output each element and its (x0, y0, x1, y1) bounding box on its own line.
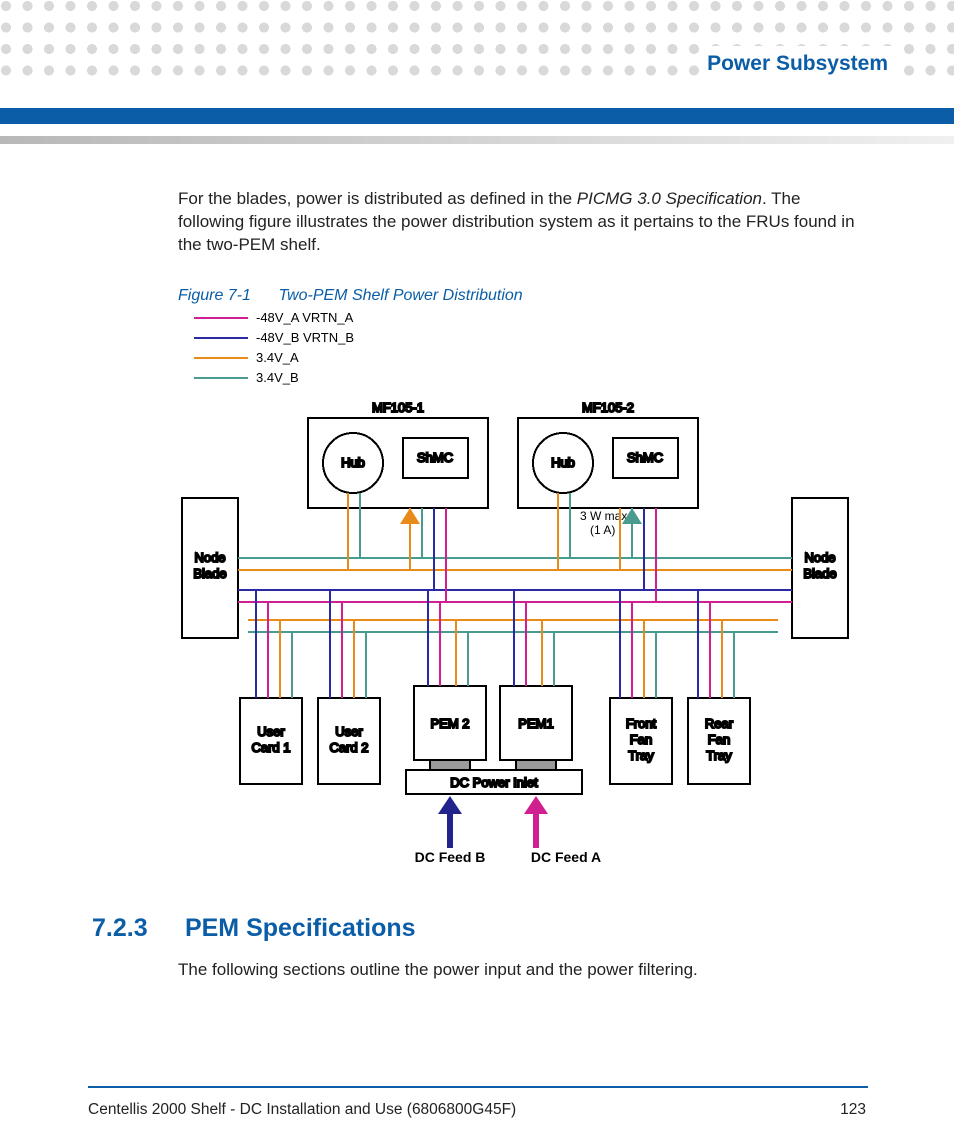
figure-caption: Figure 7-1 Two-PEM Shelf Power Distribut… (178, 287, 868, 305)
header-rule-blue (0, 108, 954, 124)
mf105-2-label: MF105-2 (582, 400, 634, 415)
section-title: PEM Specifications (185, 914, 416, 942)
pem1-label: PEM1 (518, 716, 553, 731)
svg-text:(1 A): (1 A) (590, 523, 615, 537)
svg-text:Card 2: Card 2 (329, 740, 368, 755)
dc-feed-arrows (438, 796, 548, 848)
intro-text-a: For the blades, power is distributed as … (178, 189, 577, 208)
svg-text:Tray: Tray (706, 748, 732, 763)
dc-feed-a-label: DC Feed A (531, 849, 601, 862)
mf105-1-label: MF105-1 (372, 400, 424, 415)
node-left-l2: Blade (193, 566, 226, 581)
node-left-l1: Node (194, 550, 225, 565)
intro-text-ital: PICMG 3.0 Specification (577, 189, 762, 208)
node-right-l2: Blade (803, 566, 836, 581)
footer-page-number: 123 (840, 1101, 866, 1119)
shmc-1-label: ShMC (417, 450, 453, 465)
figure-title: Two-PEM Shelf Power Distribution (278, 287, 522, 304)
legend: -48V_A VRTN_A -48V_B VRTN_B 3.4V_A 3.4V_… (194, 310, 354, 385)
intro-paragraph: For the blades, power is distributed as … (178, 188, 868, 257)
svg-text:Fan: Fan (708, 732, 730, 747)
hub-1-label: Hub (341, 455, 365, 470)
svg-text:User: User (257, 724, 285, 739)
legend-label-0: -48V_A VRTN_A (256, 310, 354, 325)
shmc-2-label: ShMC (627, 450, 663, 465)
svg-text:Fan: Fan (630, 732, 652, 747)
hub-2-label: Hub (551, 455, 575, 470)
running-header-title: Power Subsystem (699, 46, 894, 82)
header-rule-gray (0, 136, 954, 144)
legend-label-3: 3.4V_B (256, 370, 299, 385)
figure-number: Figure 7-1 (178, 287, 274, 305)
dc-inlet-label: DC Power Inlet (450, 775, 538, 790)
svg-text:Card 1: Card 1 (251, 740, 290, 755)
svg-text:Front: Front (626, 716, 657, 731)
section-body: The following sections outline the power… (178, 960, 698, 980)
legend-label-1: -48V_B VRTN_B (256, 330, 354, 345)
svg-text:Rear: Rear (705, 716, 734, 731)
svg-text:Tray: Tray (628, 748, 654, 763)
svg-text:User: User (335, 724, 363, 739)
footer-rule (88, 1086, 868, 1088)
section-number: 7.2.3 (92, 914, 178, 943)
legend-label-2: 3.4V_A (256, 350, 299, 365)
section-heading: 7.2.3 PEM Specifications (92, 914, 416, 943)
pem2-label: PEM 2 (430, 716, 469, 731)
node-right-l1: Node (804, 550, 835, 565)
dc-feed-b-label: DC Feed B (415, 849, 486, 862)
figure-diagram: -48V_A VRTN_A -48V_B VRTN_B 3.4V_A 3.4V_… (178, 308, 852, 862)
footer-doc-title: Centellis 2000 Shelf - DC Installation a… (88, 1101, 516, 1119)
